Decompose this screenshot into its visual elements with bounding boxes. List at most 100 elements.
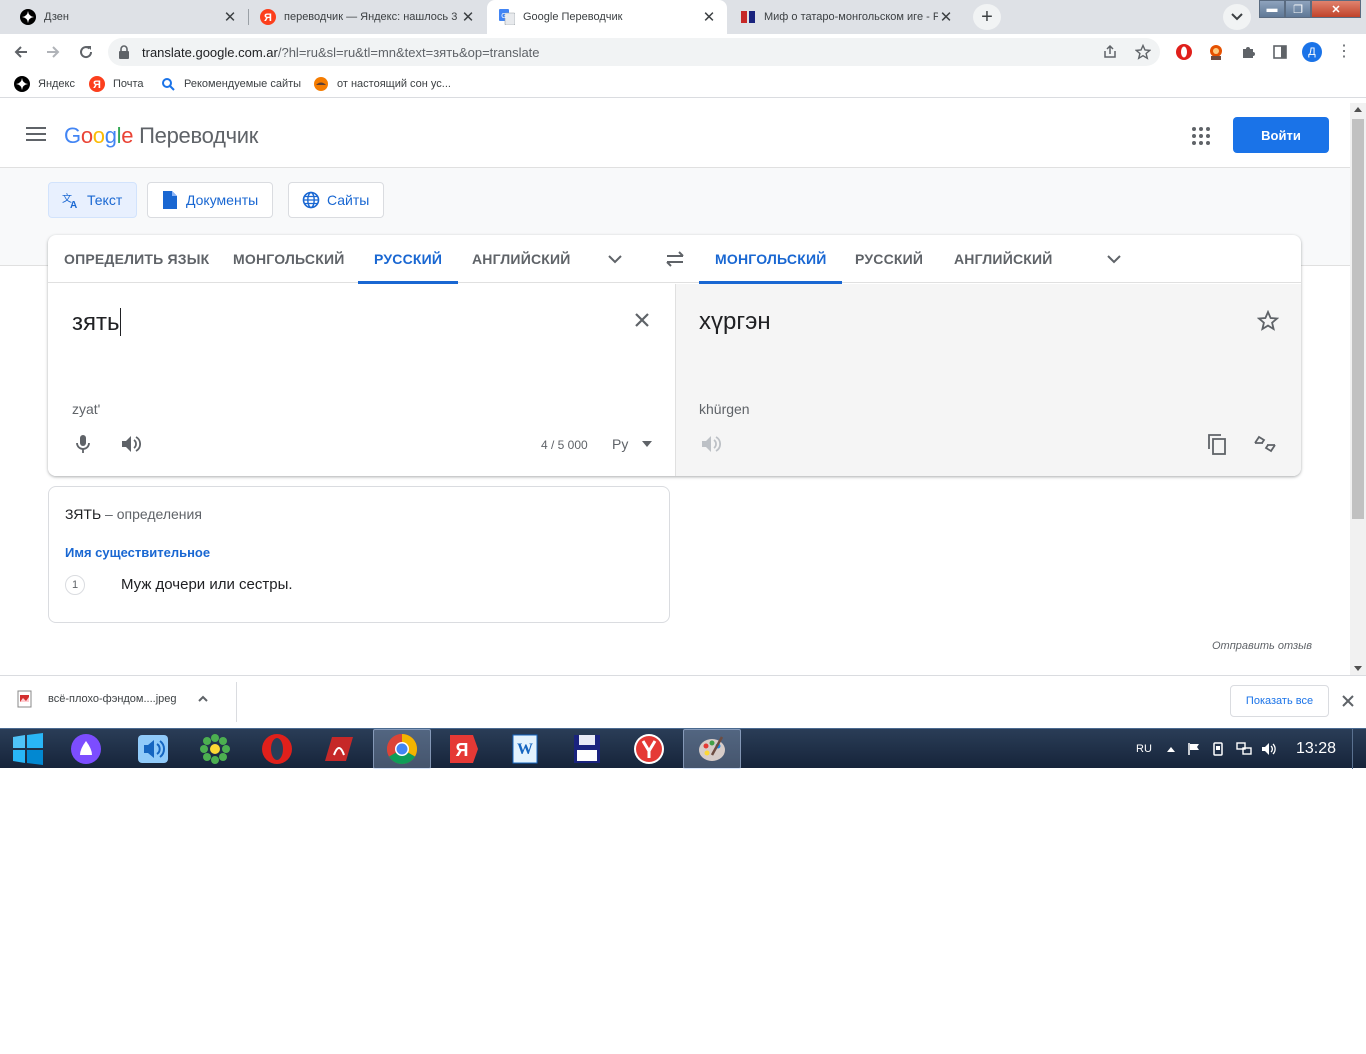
taskbar-icq[interactable] [186,729,244,769]
page-scrollbar[interactable] [1350,103,1366,675]
taskbar-yandex-browser[interactable] [620,729,678,769]
tab-myth-article[interactable]: Миф о татаро-монгольском иге - Р ✕ [728,0,964,34]
reload-icon [80,46,93,59]
chevron-up-icon[interactable] [197,693,209,705]
close-icon[interactable]: ✕ [701,9,717,26]
target-lang-english[interactable]: АНГЛИЙСКИЙ [954,235,1053,283]
source-lang-english[interactable]: АНГЛИЙСКИЙ [472,235,571,283]
close-icon[interactable]: ✕ [938,9,954,26]
mode-text-button[interactable]: 文A Текст [48,182,138,218]
scrollbar-thumb[interactable] [1352,119,1364,519]
bookmark-label: от настоящий сон ус... [337,78,451,90]
back-button[interactable] [8,39,34,65]
clear-icon[interactable] [632,310,652,330]
svg-text:W: W [517,741,533,758]
source-transliteration: zyat' [72,401,101,417]
bookmark-recommended[interactable]: Рекомендуемые сайты [160,76,301,92]
mode-documents-button[interactable]: Документы [147,182,274,218]
target-lang-russian[interactable]: РУССКИЙ [855,235,923,283]
swap-languages-icon[interactable] [664,249,686,269]
speaker-icon[interactable] [699,432,723,456]
forward-button[interactable] [40,39,66,65]
bookmark-mail[interactable]: Я Почта [89,76,144,92]
new-tab-button[interactable]: + [973,4,1001,30]
network-icon[interactable] [1236,729,1252,769]
sign-in-button[interactable]: Войти [1233,117,1329,153]
maximize-button[interactable]: ❐ [1285,0,1311,18]
reload-button[interactable] [73,39,99,65]
tab-dzen[interactable]: Дзен ✕ [8,0,248,34]
bookmark-label: Яндекс [38,78,75,90]
taskbar-reader[interactable] [310,729,368,769]
show-desktop-button[interactable] [1352,729,1366,769]
start-button[interactable] [0,729,54,769]
send-feedback-link[interactable]: Отправить отзыв [1212,640,1312,652]
extension-avatar-icon[interactable] [1207,43,1225,61]
source-pane[interactable]: зять zyat' 4 / 5 000 Ру [48,284,675,476]
tab-google-translate[interactable]: G Google Переводчик ✕ [487,0,727,34]
show-all-downloads-button[interactable]: Показать все [1230,685,1329,717]
bookmark-dream[interactable]: от настоящий сон ус... [313,76,451,92]
profile-avatar[interactable]: Д [1302,42,1322,62]
puzzle-icon[interactable] [1239,43,1257,61]
taskbar-paint[interactable] [683,729,741,769]
bookmark-star-icon[interactable] [1135,44,1151,60]
mode-label: Текст [87,192,123,208]
hamburger-menu-icon[interactable] [26,127,46,143]
tray-expand-icon[interactable] [1166,729,1176,769]
copy-icon[interactable] [1205,432,1229,456]
close-icon[interactable] [1340,693,1356,709]
google-apps-icon[interactable] [1192,127,1210,145]
taskbar-yandex[interactable]: Я [434,729,492,769]
tab-title: Миф о татаро-монгольском иге - Р [764,11,938,23]
close-icon[interactable]: ✕ [222,9,238,26]
close-window-button[interactable]: ✕ [1311,0,1361,18]
tab-yandex-search[interactable]: Я переводчик — Яндекс: нашлось 3 ✕ [248,0,486,34]
input-language-indicator[interactable]: RU [1136,729,1152,769]
taskbar-chrome[interactable] [373,729,431,769]
definitions-heading: ЗЯТЬ – определения [65,506,202,522]
scroll-up-arrow-icon[interactable] [1354,107,1362,112]
download-item[interactable]: всё-плохо-фэндом....jpeg [16,690,209,708]
alice-assistant-icon [71,734,101,764]
volume-icon[interactable] [1261,729,1277,769]
menu-icon[interactable]: ⋮ [1336,43,1352,61]
bookmark-yandex[interactable]: Яндекс [14,76,75,92]
microphone-icon[interactable] [71,432,95,456]
mode-label: Документы [186,192,259,208]
minimize-button[interactable]: ▬ [1259,0,1285,18]
share-icon[interactable] [1102,44,1118,60]
yandex-browser-icon [634,734,664,764]
source-lang-russian[interactable]: РУССКИЙ [357,235,459,284]
scroll-down-arrow-icon[interactable] [1354,666,1362,671]
source-text-input[interactable]: зять [72,308,121,337]
rate-translation-icon[interactable] [1253,432,1277,456]
taskbar-word[interactable]: W [496,729,554,769]
source-lang-mongolian[interactable]: МОНГОЛЬСКИЙ [233,235,344,283]
google-translate-logo[interactable]: Google Переводчик [64,123,258,149]
action-center-flag-icon[interactable] [1187,729,1201,769]
chevron-down-icon[interactable] [605,249,625,269]
taskbar-sound[interactable] [124,729,182,769]
target-lang-mongolian[interactable]: МОНГОЛЬСКИЙ [698,235,844,284]
speaker-icon[interactable] [119,432,143,456]
chevron-down-icon [1231,13,1243,21]
mode-websites-button[interactable]: Сайты [288,182,385,218]
source-lang-detect[interactable]: ОПРЕДЕЛИТЬ ЯЗЫК [64,235,209,283]
opera-extension-icon[interactable] [1175,43,1193,61]
chevron-down-icon[interactable] [1104,249,1124,269]
taskbar-opera[interactable] [248,729,306,769]
save-star-icon[interactable] [1257,310,1279,332]
windows-taskbar: Я W RU 13:28 [0,728,1366,769]
side-panel-icon[interactable] [1271,43,1289,61]
address-bar[interactable]: translate.google.com.ar/?hl=ru&sl=ru&tl=… [108,38,1160,66]
keyboard-layout-button[interactable]: Ру [612,436,653,452]
taskbar-alice[interactable] [57,729,115,769]
close-icon[interactable]: ✕ [460,9,476,26]
svg-text:G: G [501,13,506,20]
taskbar-save[interactable] [558,729,616,769]
tab-search-button[interactable] [1223,4,1251,30]
system-clock[interactable]: 13:28 [1296,740,1336,758]
windows-logo-icon [13,733,43,765]
usb-device-icon[interactable] [1211,729,1225,769]
